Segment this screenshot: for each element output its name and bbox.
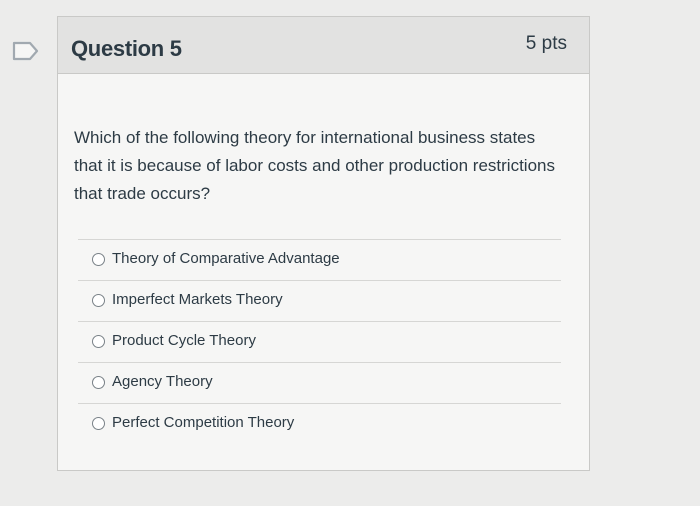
radio-button[interactable] xyxy=(92,294,105,307)
answer-option[interactable]: Product Cycle Theory xyxy=(78,321,561,362)
question-header: Question 5 5 pts xyxy=(58,17,589,74)
answer-label[interactable]: Imperfect Markets Theory xyxy=(112,291,283,308)
answer-option[interactable]: Imperfect Markets Theory xyxy=(78,280,561,321)
answer-label[interactable]: Theory of Comparative Advantage xyxy=(112,250,340,267)
flag-question-icon[interactable] xyxy=(12,41,40,61)
answer-label[interactable]: Agency Theory xyxy=(112,373,213,390)
radio-button[interactable] xyxy=(92,417,105,430)
answer-label[interactable]: Product Cycle Theory xyxy=(112,332,256,349)
answer-option[interactable]: Agency Theory xyxy=(78,362,561,403)
radio-button[interactable] xyxy=(92,253,105,266)
question-text: Which of the following theory for intern… xyxy=(74,128,555,203)
answer-option[interactable]: Theory of Comparative Advantage xyxy=(78,239,561,280)
radio-button[interactable] xyxy=(92,335,105,348)
question-title: Question 5 xyxy=(71,36,182,61)
answer-option[interactable]: Perfect Competition Theory xyxy=(78,403,561,444)
question-card: Question 5 5 pts Which of the following … xyxy=(57,16,590,471)
answer-label[interactable]: Perfect Competition Theory xyxy=(112,414,294,431)
radio-button[interactable] xyxy=(92,376,105,389)
answer-list: Theory of Comparative Advantage Imperfec… xyxy=(78,239,561,444)
question-points: 5 pts xyxy=(525,33,567,54)
question-body: Which of the following theory for intern… xyxy=(58,74,589,470)
